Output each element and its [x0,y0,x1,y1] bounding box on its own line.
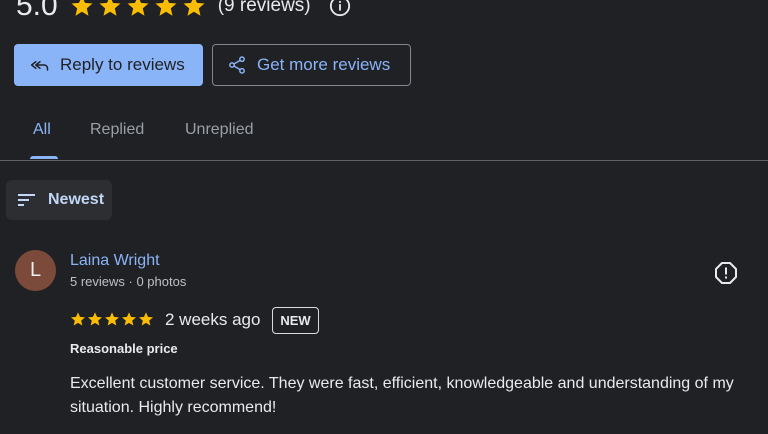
star-icon [71,0,93,16]
reply-to-reviews-label: Reply to reviews [60,55,185,74]
star-icon [99,0,121,16]
sort-button[interactable]: Newest [6,180,112,220]
get-more-reviews-button[interactable]: Get more reviews [212,44,411,86]
rating-summary: 5.0 (9 reviews) [16,0,351,26]
star-icon [71,312,85,326]
star-icon [139,312,153,326]
sort-label: Newest [48,191,105,208]
tab-all[interactable]: All [33,121,51,139]
get-more-reviews-label: Get more reviews [257,55,391,74]
reply-to-reviews-button[interactable]: Reply to reviews [14,44,203,86]
star-icon [88,312,102,326]
new-badge: NEW [272,307,319,334]
star-icon [155,0,177,16]
review-rating-stars [70,311,154,327]
share-icon [229,56,245,74]
review-time: 2 weeks ago [165,310,261,329]
star-icon [127,0,149,16]
active-tab-indicator [30,156,58,159]
star-icon [105,312,119,326]
star-icon [183,0,205,16]
reviewer-meta: 5 reviews · 0 photos [70,274,187,289]
review-attribute: Reasonable price [70,341,178,356]
flag-icon[interactable] [714,261,738,285]
review-count: (9 reviews) [217,0,311,16]
tab-unreplied[interactable]: Unreplied [185,121,253,139]
tab-replied[interactable]: Replied [90,121,144,139]
reviewer-name[interactable]: Laina Wright [70,252,160,270]
rating-stars [70,0,206,18]
tabs-divider [0,160,768,161]
review-text: Excellent customer service. They were fa… [70,375,734,416]
avatar[interactable]: L [15,250,56,291]
star-icon [122,312,136,326]
rating-value: 5.0 [16,0,58,22]
reply-icon [30,60,49,71]
sort-icon [18,194,35,206]
info-icon[interactable] [329,0,351,17]
